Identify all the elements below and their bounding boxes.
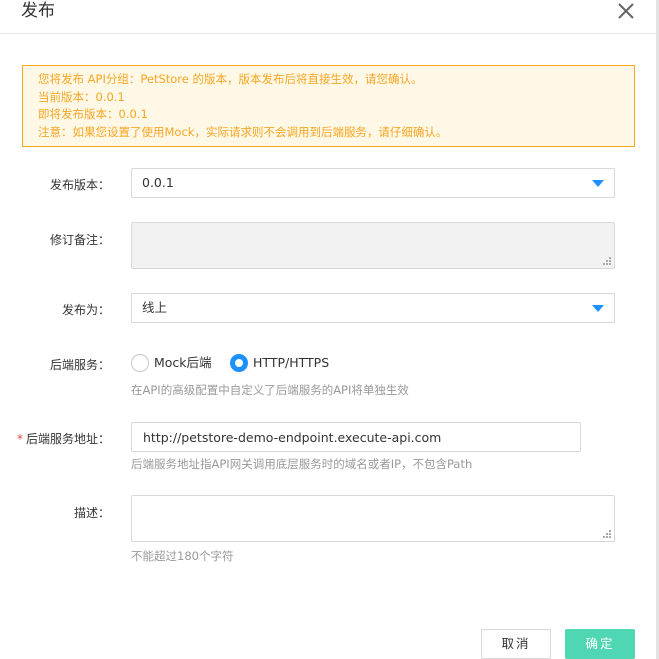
publish-to-label: 发布为：	[61, 303, 110, 317]
close-icon	[618, 3, 634, 19]
close-button[interactable]	[615, 0, 639, 22]
caret-down-icon	[592, 305, 604, 312]
description-label: 描述：	[73, 506, 110, 520]
backend-address-label-text: 后端服务地址：	[25, 432, 110, 446]
description-hint: 不能超过180个字符	[131, 549, 234, 563]
backend-address-hint: 后端服务地址指API网关调用底层服务时的域名或者IP，不包含Path	[131, 457, 473, 471]
version-value: 0.0.1	[142, 175, 174, 190]
backend-hint: 在API的高级配置中自定义了后端服务的API将单独生效	[131, 383, 409, 397]
version-label: 发布版本：	[49, 178, 110, 192]
radio-circle	[131, 354, 149, 372]
dialog-title: 发布	[21, 1, 55, 21]
publish-to-select[interactable]: 线上	[131, 293, 615, 323]
radio-label: HTTP/HTTPS	[253, 355, 330, 370]
backend-address-label: * 后端服务地址：	[0, 430, 110, 447]
publish-to-value: 线上	[142, 300, 168, 315]
backend-label: 后端服务：	[49, 358, 110, 372]
notice-line-group: 您将发布 API分组：PetStore 的版本，版本发布后将直接生效，请您确认。	[38, 72, 423, 86]
caret-down-icon	[592, 180, 604, 187]
confirm-button[interactable]: 确定	[565, 629, 635, 659]
notice-line-mock-warning: 注意：如果您设置了使用Mock，实际请求则不会调用到后端服务，请仔细确认。	[38, 124, 448, 139]
description-textarea[interactable]	[131, 495, 615, 542]
publish-notice: 您将发布 API分组：PetStore 的版本，版本发布后将直接生效，请您确认。…	[22, 65, 635, 147]
version-select[interactable]: 0.0.1	[131, 168, 615, 198]
dialog-header: 发布	[0, 0, 656, 34]
radio-label: Mock后端	[154, 355, 212, 370]
remark-textarea	[131, 222, 615, 269]
notice-line-current-version: 当前版本：0.0.1	[38, 89, 125, 104]
notice-line-new-version: 即将发布版本：0.0.1	[38, 107, 148, 121]
radio-circle	[230, 354, 248, 372]
cancel-button[interactable]: 取消	[481, 629, 551, 659]
backend-address-input[interactable]	[131, 422, 581, 452]
required-mark: *	[16, 432, 23, 446]
publish-dialog: 发布 您将发布 API分组：PetStore 的版本，版本发布后将直接生效，请您…	[0, 0, 659, 659]
remark-label: 修订备注：	[49, 233, 110, 247]
resize-grip-icon	[603, 530, 611, 538]
resize-grip-icon	[603, 257, 611, 265]
